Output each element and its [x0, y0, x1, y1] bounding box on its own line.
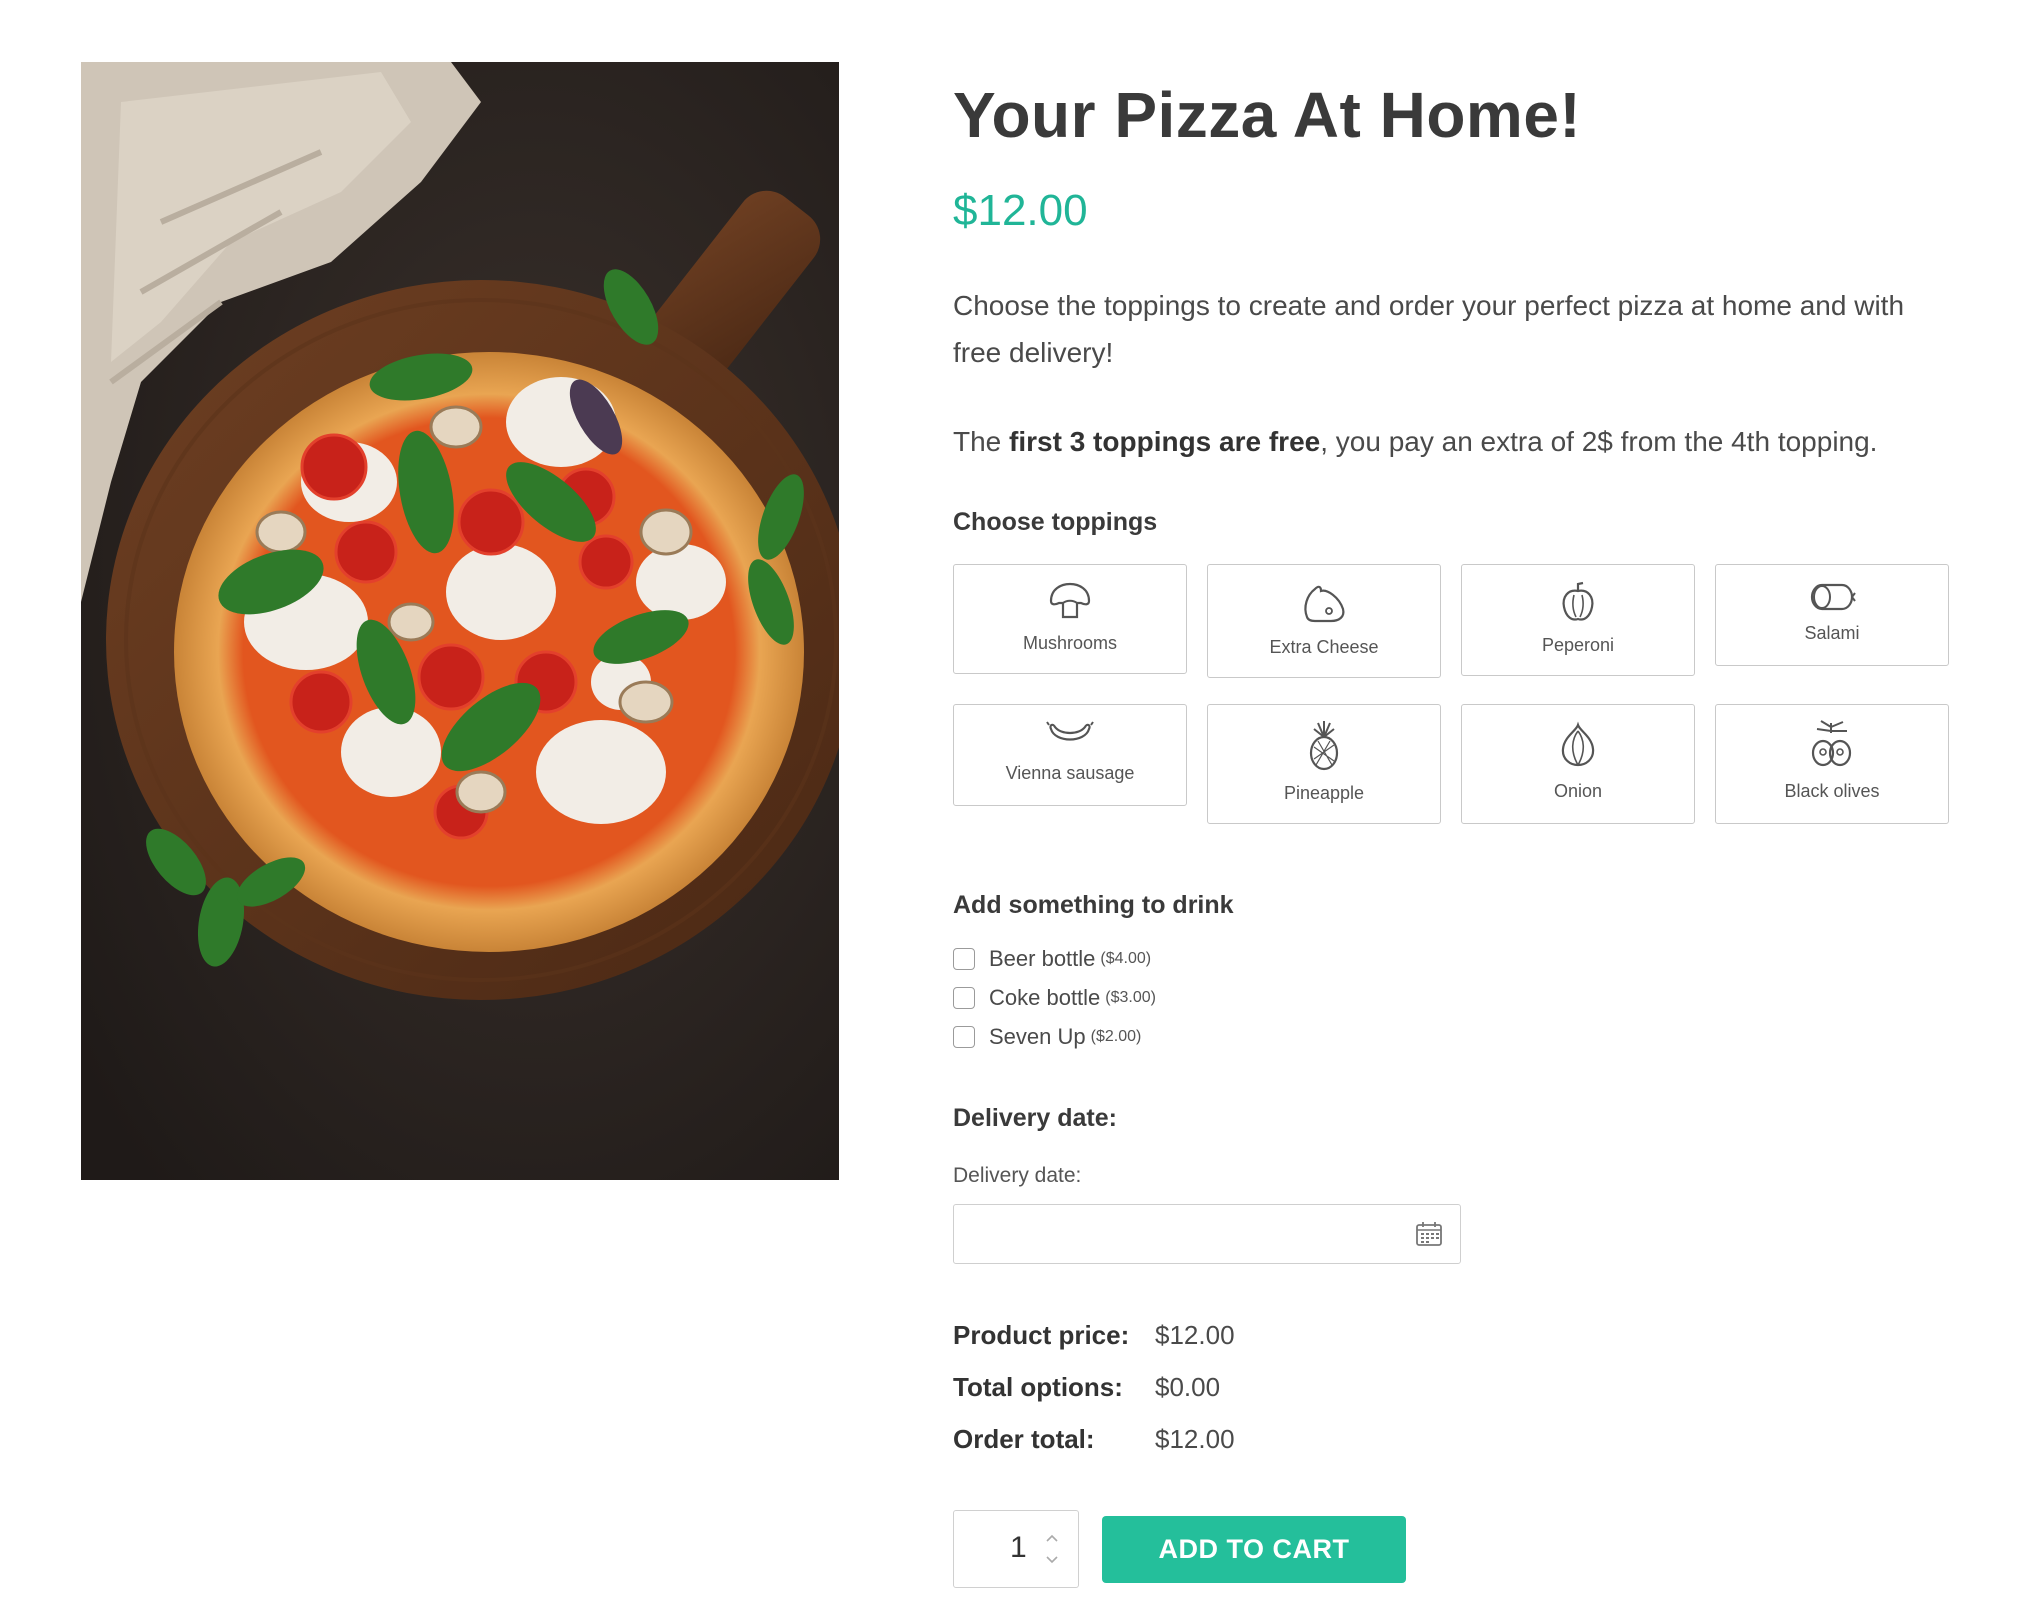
chevron-up-icon[interactable] [1046, 1533, 1058, 1543]
topping-label: Onion [1553, 781, 1603, 801]
product-price-label: Product price: [953, 1320, 1130, 1350]
topping-onion[interactable]: Onion [1461, 704, 1695, 824]
topping-pineapple[interactable]: Pineapple [1207, 704, 1441, 824]
chevron-down-icon[interactable] [1046, 1555, 1058, 1565]
sausage-icon [1046, 721, 1094, 741]
quantity-stepper[interactable]: 1 [953, 1510, 1079, 1588]
topping-black-olives[interactable]: Black olives [1715, 704, 1949, 824]
toppings-note-bold: first 3 toppings are free [1009, 426, 1321, 457]
toppings-note: The first 3 toppings are free, you pay a… [953, 426, 1878, 457]
product-price-value: $12.00 [1155, 1320, 1235, 1350]
cheese-icon [1304, 585, 1345, 623]
topping-salami[interactable]: Salami [1715, 564, 1949, 666]
drink-price: ($4.00) [1100, 950, 1152, 967]
topping-label: Salami [1804, 623, 1860, 643]
drink-name: Coke bottle [989, 985, 1101, 1010]
seven-up-checkbox[interactable] [953, 1026, 975, 1048]
order-total-row: Order total: $12.00 [953, 1424, 1235, 1455]
drink-price: ($3.00) [1105, 989, 1156, 1006]
delivery-date-label: Delivery date: [953, 1164, 1082, 1187]
topping-label: Vienna sausage [1005, 763, 1135, 783]
product-description: Choose the toppings to create and order … [953, 290, 1905, 368]
drink-name: Beer bottle [989, 946, 1096, 971]
product-title: Your Pizza At Home! [953, 79, 1582, 151]
topping-mushrooms[interactable]: Mushrooms [953, 564, 1187, 674]
calendar-icon[interactable] [1416, 1222, 1442, 1246]
drink-option: Coke bottle ($3.00) [953, 985, 1156, 1011]
topping-label: Extra Cheese [1269, 637, 1379, 657]
drink-option: Seven Up ($2.00) [953, 1024, 1141, 1050]
pepper-icon [1562, 581, 1594, 621]
delivery-date-input[interactable] [954, 1205, 1402, 1261]
coke-checkbox[interactable] [953, 987, 975, 1009]
drink-name: Seven Up [989, 1024, 1086, 1049]
olives-icon [1811, 720, 1852, 767]
delivery-date-field[interactable] [953, 1204, 1461, 1264]
salami-icon [1810, 583, 1856, 611]
toppings-grid: Mushrooms Extra Cheese Peperoni Salami V… [953, 564, 1959, 826]
topping-label: Peperoni [1541, 635, 1615, 655]
topping-label: Mushrooms [1022, 633, 1118, 653]
order-total-value: $12.00 [1155, 1424, 1235, 1454]
onion-icon [1561, 721, 1595, 767]
mushroom-icon [1049, 582, 1091, 619]
add-to-cart-button[interactable]: ADD TO CART [1102, 1516, 1406, 1583]
topping-extra-cheese[interactable]: Extra Cheese [1207, 564, 1441, 678]
drink-price: ($2.00) [1090, 1028, 1142, 1045]
drinks-heading: Add something to drink [953, 891, 1234, 919]
quantity-value: 1 [1010, 1531, 1027, 1564]
topping-label: Pineapple [1283, 783, 1365, 803]
delivery-heading: Delivery date: [953, 1104, 1117, 1132]
total-options-value: $0.00 [1155, 1372, 1221, 1402]
topping-label: Black olives [1784, 781, 1880, 801]
order-total-label: Order total: [953, 1424, 1095, 1454]
topping-peperoni[interactable]: Peperoni [1461, 564, 1695, 676]
topping-vienna-sausage[interactable]: Vienna sausage [953, 704, 1187, 806]
product-image [81, 62, 839, 1180]
total-options-row: Total options: $0.00 [953, 1372, 1220, 1403]
drink-option: Beer bottle ($4.00) [953, 946, 1151, 972]
pineapple-icon [1309, 721, 1339, 771]
total-options-label: Total options: [953, 1372, 1123, 1402]
beer-checkbox[interactable] [953, 948, 975, 970]
product-price: $12.00 [953, 186, 1088, 235]
toppings-heading: Choose toppings [953, 508, 1158, 536]
product-price-row: Product price: $12.00 [953, 1320, 1235, 1351]
